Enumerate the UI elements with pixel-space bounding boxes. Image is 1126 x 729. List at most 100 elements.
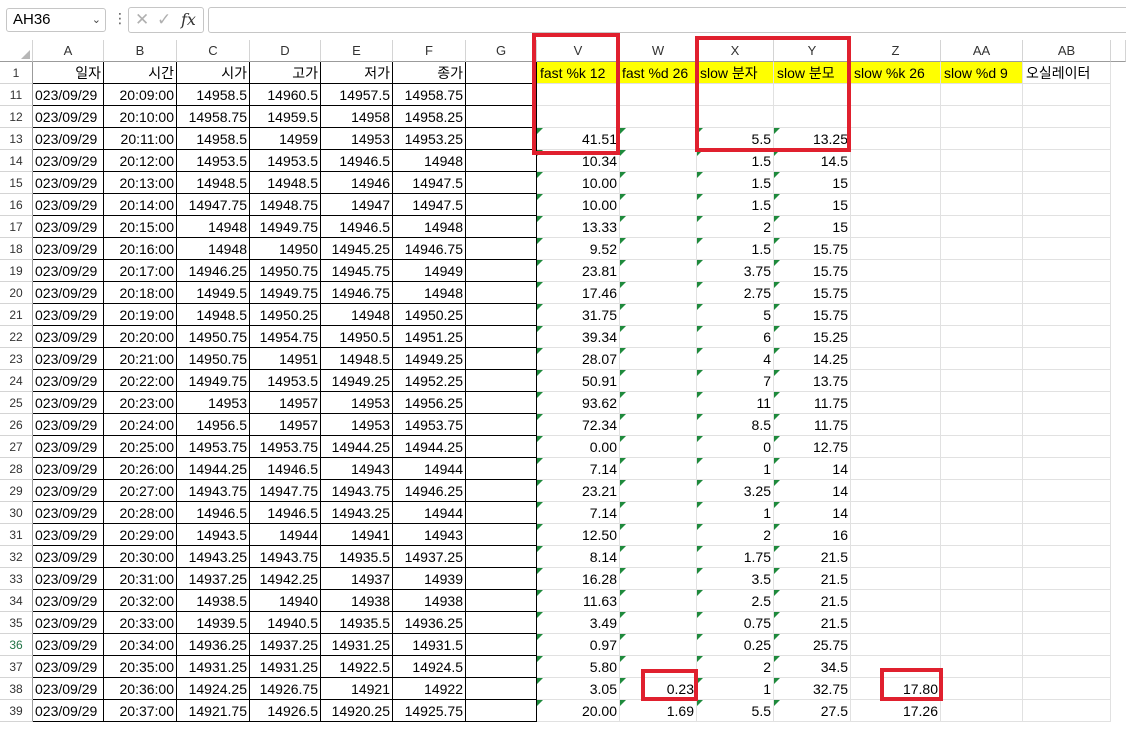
cell-b[interactable]: 20:35:00 (104, 656, 177, 678)
header-cell-x[interactable]: slow 분자 (697, 62, 774, 84)
cell-v[interactable] (537, 84, 620, 106)
cell-x[interactable]: 6 (697, 326, 774, 348)
header-cell-z[interactable]: slow %k 26 (851, 62, 941, 84)
cell-ab[interactable] (1023, 370, 1111, 392)
cell-aa[interactable] (941, 656, 1023, 678)
cell-f[interactable]: 14949.25 (393, 348, 466, 370)
cell-g[interactable] (466, 348, 537, 370)
column-header-x[interactable]: X (697, 40, 774, 62)
cell-w[interactable]: 1.69 (620, 700, 697, 722)
cell-d[interactable]: 14946.5 (250, 502, 321, 524)
cell-v[interactable]: 0.97 (537, 634, 620, 656)
cell-w[interactable] (620, 480, 697, 502)
cell-ab[interactable] (1023, 282, 1111, 304)
cell-ab[interactable] (1023, 458, 1111, 480)
header-cell-w[interactable]: fast %d 26 (620, 62, 697, 84)
cell-y[interactable] (774, 106, 851, 128)
cell-w[interactable] (620, 172, 697, 194)
header-cell-c[interactable]: 시가 (177, 62, 250, 84)
cell-a[interactable]: 023/09/29 (33, 128, 104, 150)
cell-w[interactable] (620, 260, 697, 282)
cell-a[interactable]: 023/09/29 (33, 480, 104, 502)
cell-aa[interactable] (941, 150, 1023, 172)
cell-a[interactable]: 023/09/29 (33, 436, 104, 458)
cell-b[interactable]: 20:34:00 (104, 634, 177, 656)
cell-w[interactable] (620, 612, 697, 634)
cell-d[interactable]: 14951 (250, 348, 321, 370)
row-header-33[interactable]: 33 (0, 568, 33, 590)
cell-d[interactable]: 14948.5 (250, 172, 321, 194)
cell-e[interactable]: 14945.25 (321, 238, 393, 260)
cell-f[interactable]: 14946.75 (393, 238, 466, 260)
cell-f[interactable]: 14947.5 (393, 194, 466, 216)
cell-w[interactable] (620, 502, 697, 524)
cell-w[interactable] (620, 524, 697, 546)
cell-y[interactable]: 15.75 (774, 260, 851, 282)
cell-f[interactable]: 14948 (393, 282, 466, 304)
cell-v[interactable]: 13.33 (537, 216, 620, 238)
cell-aa[interactable] (941, 678, 1023, 700)
cell-g[interactable] (466, 590, 537, 612)
cell-x[interactable]: 5.5 (697, 700, 774, 722)
column-header-b[interactable]: B (104, 40, 177, 62)
cell-v[interactable]: 3.05 (537, 678, 620, 700)
cell-ab[interactable] (1023, 700, 1111, 722)
cell-a[interactable]: 023/09/29 (33, 700, 104, 722)
cell-x[interactable]: 1.5 (697, 194, 774, 216)
cell-aa[interactable] (941, 172, 1023, 194)
cell-v[interactable]: 23.21 (537, 480, 620, 502)
cell-c[interactable]: 14948.5 (177, 172, 250, 194)
cell-y[interactable]: 32.75 (774, 678, 851, 700)
cell-c[interactable]: 14953 (177, 392, 250, 414)
cell-z[interactable] (851, 656, 941, 678)
cell-c[interactable]: 14953.75 (177, 436, 250, 458)
cell-a[interactable]: 023/09/29 (33, 84, 104, 106)
cell-c[interactable]: 14956.5 (177, 414, 250, 436)
cell-a[interactable]: 023/09/29 (33, 546, 104, 568)
more-options-icon[interactable]: ⋮ (113, 10, 127, 27)
cell-ab[interactable] (1023, 150, 1111, 172)
cell-x[interactable]: 4 (697, 348, 774, 370)
check-icon[interactable]: ✓ (157, 10, 171, 30)
cell-g[interactable] (466, 634, 537, 656)
cell-g[interactable] (466, 678, 537, 700)
cell-g[interactable] (466, 172, 537, 194)
cell-v[interactable]: 7.14 (537, 458, 620, 480)
cell-aa[interactable] (941, 260, 1023, 282)
cell-v[interactable]: 12.50 (537, 524, 620, 546)
cell-e[interactable]: 14937 (321, 568, 393, 590)
cell-v[interactable]: 10.00 (537, 194, 620, 216)
header-cell-a[interactable]: 일자 (33, 62, 104, 84)
cell-ab[interactable] (1023, 546, 1111, 568)
cell-b[interactable]: 20:13:00 (104, 172, 177, 194)
cell-z[interactable] (851, 546, 941, 568)
cell-e[interactable]: 14945.75 (321, 260, 393, 282)
cell-b[interactable]: 20:37:00 (104, 700, 177, 722)
row-header-26[interactable]: 26 (0, 414, 33, 436)
cell-a[interactable]: 023/09/29 (33, 458, 104, 480)
row-header-15[interactable]: 15 (0, 172, 33, 194)
cell-c[interactable]: 14947.75 (177, 194, 250, 216)
row-header-11[interactable]: 11 (0, 84, 33, 106)
cell-y[interactable]: 25.75 (774, 634, 851, 656)
cell-e[interactable]: 14948 (321, 304, 393, 326)
cell-g[interactable] (466, 502, 537, 524)
cell-c[interactable]: 14948 (177, 238, 250, 260)
cell-z[interactable] (851, 282, 941, 304)
cell-aa[interactable] (941, 238, 1023, 260)
row-header-1[interactable]: 1 (0, 62, 33, 84)
cell-d[interactable]: 14953.5 (250, 370, 321, 392)
cell-c[interactable]: 14948 (177, 216, 250, 238)
cell-z[interactable] (851, 238, 941, 260)
row-header-21[interactable]: 21 (0, 304, 33, 326)
cell-w[interactable] (620, 590, 697, 612)
cell-f[interactable]: 14938 (393, 590, 466, 612)
cell-e[interactable]: 14948.5 (321, 348, 393, 370)
cell-e[interactable]: 14944.25 (321, 436, 393, 458)
cell-c[interactable]: 14950.75 (177, 348, 250, 370)
cell-a[interactable]: 023/09/29 (33, 524, 104, 546)
cell-a[interactable]: 023/09/29 (33, 370, 104, 392)
header-cell-aa[interactable]: slow %d 9 (941, 62, 1023, 84)
cell-x[interactable]: 3.5 (697, 568, 774, 590)
cell-d[interactable]: 14949.75 (250, 216, 321, 238)
